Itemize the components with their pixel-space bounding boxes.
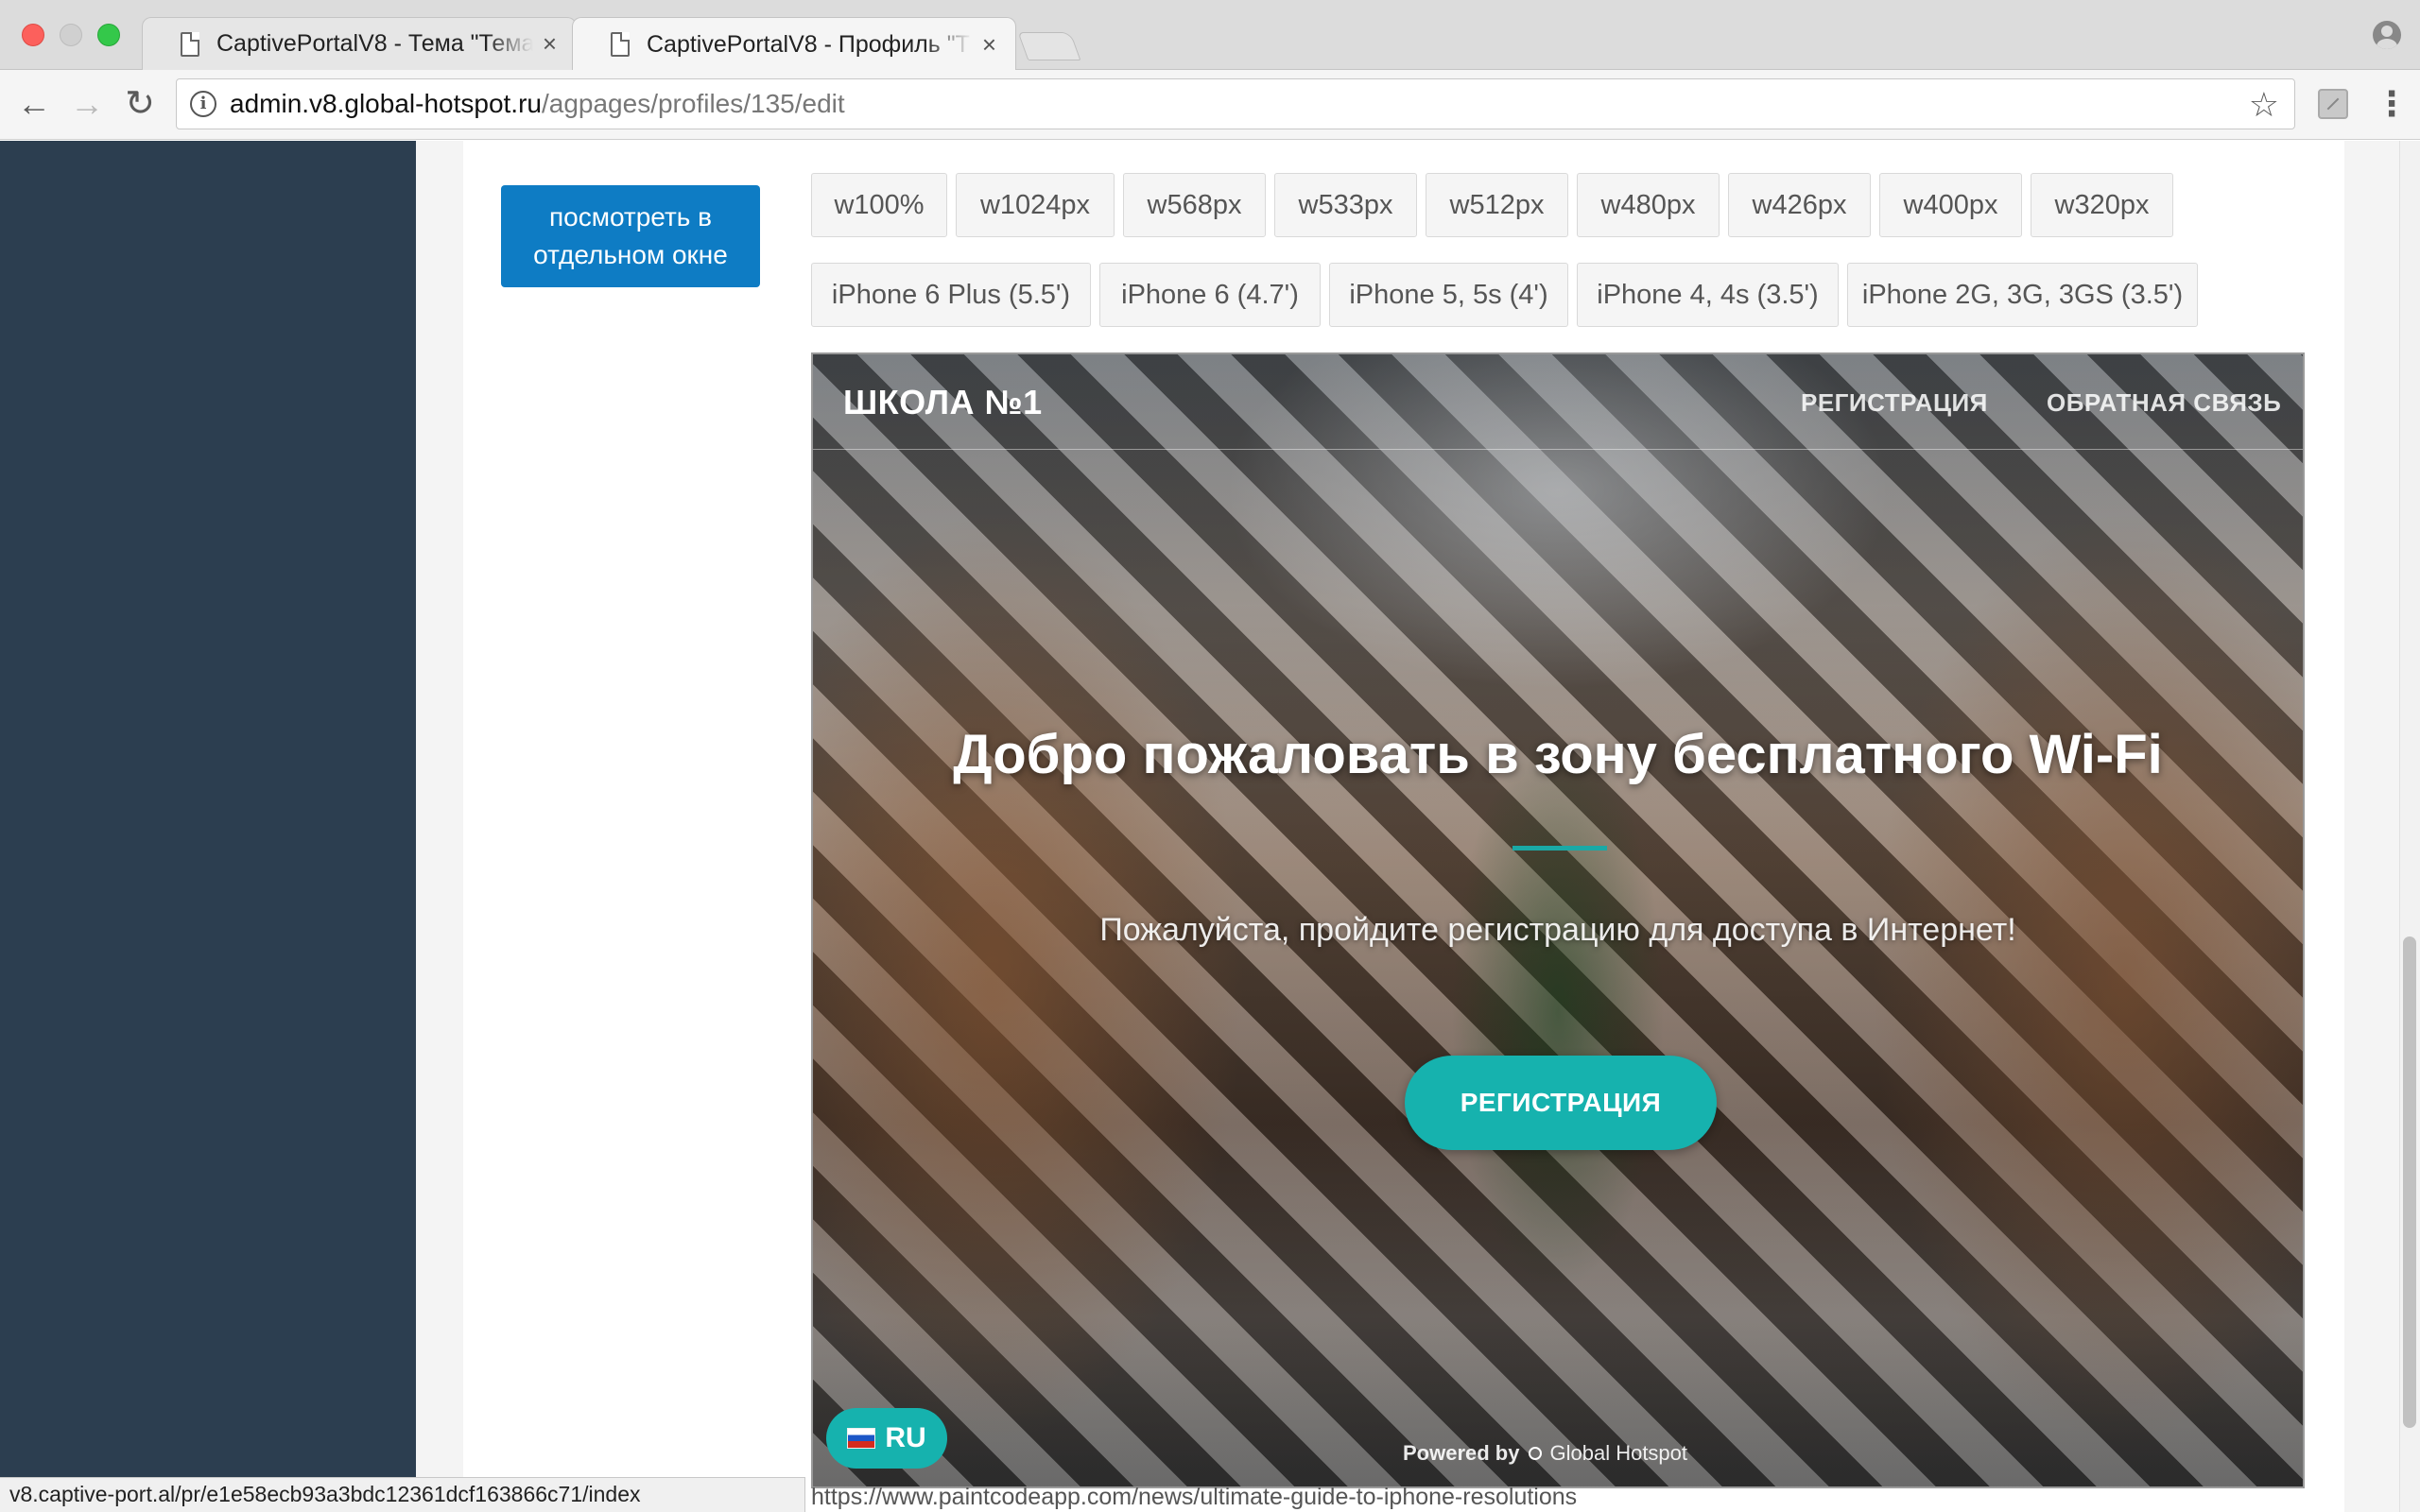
device-button-iphone6plus[interactable]: iPhone 6 Plus (5.5') (811, 263, 1091, 327)
document-icon (181, 31, 199, 57)
url-host: admin.v8.global-hotspot.ru (230, 89, 542, 118)
portal-welcome-heading: Добро пожаловать в зону бесплатного Wi-F… (953, 724, 2163, 785)
portal-register-button[interactable]: РЕГИСТРАЦИЯ (1405, 1056, 1717, 1150)
browser-toolbar: ← → ↻ i admin.v8.global-hotspot.ru/agpag… (0, 70, 2420, 140)
device-button-iphone4[interactable]: iPhone 4, 4s (3.5') (1577, 263, 1839, 327)
url-path: /agpages/profiles/135/edit (541, 89, 845, 118)
tab-close-icon[interactable]: × (982, 30, 996, 60)
admin-sidebar (0, 141, 416, 1512)
powered-by-label: Powered by (1403, 1441, 1520, 1465)
tab-title: CaptivePortalV8 - Тема "Тема (216, 30, 533, 57)
document-icon (611, 32, 630, 57)
star-icon[interactable]: ☆ (2249, 85, 2279, 125)
global-hotspot-logo-icon (1529, 1447, 1543, 1460)
width-button-w512[interactable]: w512px (1426, 173, 1568, 237)
browser-tab-profile[interactable]: CaptivePortalV8 - Профиль "Т × (572, 17, 1016, 71)
device-button-iphone6[interactable]: iPhone 6 (4.7') (1099, 263, 1321, 327)
device-button-iphone2g[interactable]: iPhone 2G, 3G, 3GS (3.5') (1847, 263, 2198, 327)
extension-icon[interactable] (2318, 89, 2348, 119)
russia-flag-icon (847, 1428, 876, 1449)
browser-titlebar: CaptivePortalV8 - Тема "Тема × CaptivePo… (0, 0, 2420, 71)
portal-preview-frame: ШКОЛА №1 РЕГИСТРАЦИЯ ОБРАТНАЯ СВЯЗЬ Добр… (811, 352, 2305, 1488)
window-minimize-button[interactable] (60, 24, 82, 46)
open-in-window-button[interactable]: посмотреть в отдельном окне (501, 185, 760, 287)
portal-header-divider (813, 449, 2303, 450)
user-profile-icon[interactable] (2373, 21, 2401, 49)
width-button-w1024[interactable]: w1024px (956, 173, 1115, 237)
content-gutter-right (2344, 141, 2401, 1512)
kebab-menu-icon[interactable]: ⋮ (2375, 85, 2409, 123)
portal-subtitle: Пожалуйста, пройдите регистрацию для дос… (1099, 912, 2016, 948)
portal-nav-register[interactable]: РЕГИСТРАЦИЯ (1801, 388, 1988, 418)
powered-by: Powered by Global Hotspot (1403, 1441, 1687, 1466)
browser-tab-theme[interactable]: CaptivePortalV8 - Тема "Тема × (142, 17, 577, 70)
arrow-right-icon[interactable]: → (68, 85, 106, 123)
window-close-button[interactable] (22, 24, 44, 46)
portal-brand: ШКОЛА №1 (843, 383, 1043, 421)
content-gutter-left (416, 141, 463, 1512)
link-status-bubble: v8.captive-port.al/pr/e1e58ecb93a3bdc123… (0, 1477, 805, 1512)
arrow-left-icon[interactable]: ← (15, 85, 53, 123)
reload-icon[interactable]: ↻ (121, 85, 159, 123)
device-button-iphone5[interactable]: iPhone 5, 5s (4') (1329, 263, 1568, 327)
new-tab-button[interactable] (1017, 32, 1081, 60)
width-button-w320[interactable]: w320px (2031, 173, 2173, 237)
language-switch-button[interactable]: RU (826, 1408, 947, 1469)
language-label: RU (885, 1422, 926, 1453)
tab-close-icon[interactable]: × (543, 29, 557, 59)
width-button-w100[interactable]: w100% (811, 173, 947, 237)
width-button-w480[interactable]: w480px (1577, 173, 1720, 237)
info-icon[interactable]: i (190, 91, 216, 117)
tab-title: CaptivePortalV8 - Профиль "Т (647, 30, 970, 58)
portal-accent-divider (1512, 846, 1607, 850)
address-bar[interactable]: i admin.v8.global-hotspot.ru/agpages/pro… (176, 78, 2295, 129)
width-button-w400[interactable]: w400px (1879, 173, 2022, 237)
width-button-w568[interactable]: w568px (1123, 173, 1266, 237)
page-viewport: посмотреть в отдельном окне w100% w1024p… (0, 141, 2420, 1512)
powered-by-brand: Global Hotspot (1549, 1441, 1688, 1465)
portal-nav-feedback[interactable]: ОБРАТНАЯ СВЯЗЬ (2047, 388, 2281, 418)
window-zoom-button[interactable] (97, 24, 120, 46)
link-preview-url: https://www.paintcodeapp.com/news/ultima… (811, 1484, 1578, 1510)
width-button-w426[interactable]: w426px (1728, 173, 1871, 237)
width-button-w533[interactable]: w533px (1274, 173, 1417, 237)
page-scrollbar-thumb[interactable] (2403, 936, 2416, 1428)
